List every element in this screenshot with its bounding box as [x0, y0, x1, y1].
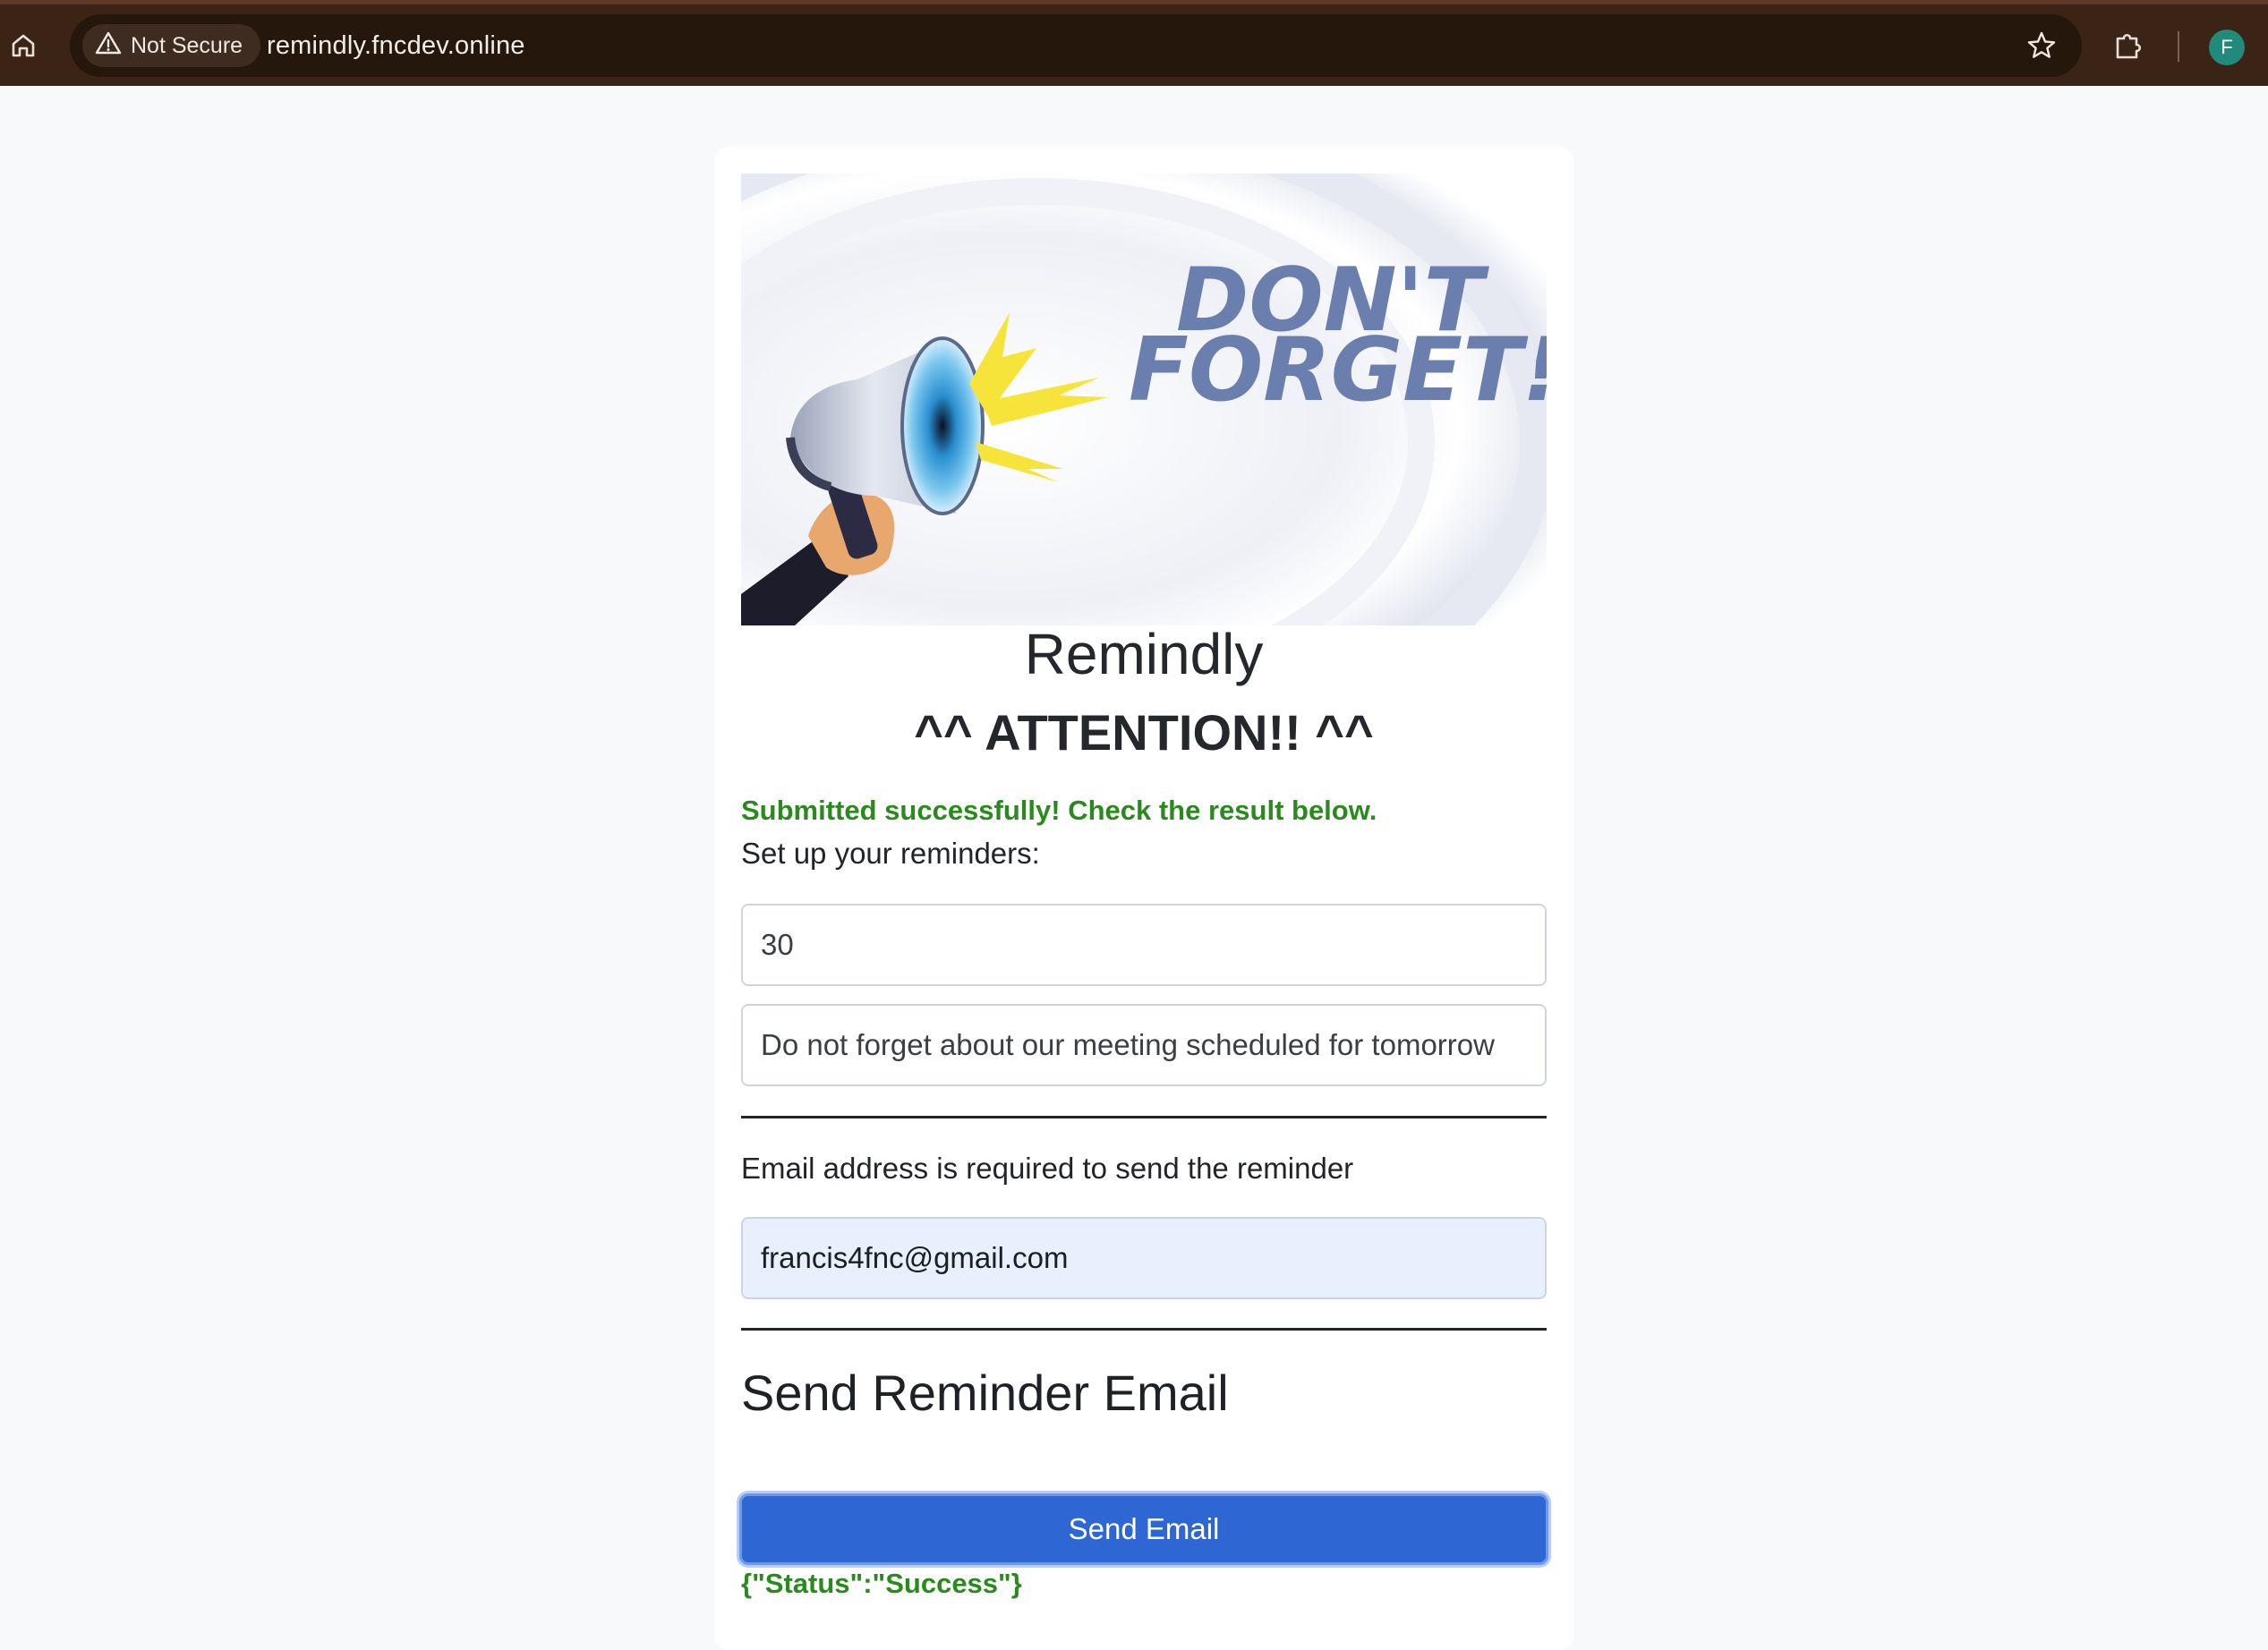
- attention-heading: ^^ ATTENTION!! ^^: [914, 704, 1374, 761]
- security-indicator[interactable]: Not Secure: [82, 24, 261, 67]
- toolbar-divider: [2178, 31, 2179, 62]
- browser-toolbar: Not Secure remindly.fncdev.online F: [0, 0, 2268, 86]
- divider: [741, 1328, 1547, 1331]
- email-label: Email address is required to send the re…: [741, 1152, 1354, 1185]
- bookmark-star-icon[interactable]: [2025, 29, 2059, 63]
- hero-line-2: FORGET!: [1129, 319, 1547, 421]
- security-label: Not Secure: [131, 32, 243, 58]
- status-result: {"Status":"Success"}: [741, 1568, 1022, 1599]
- email-input[interactable]: [741, 1217, 1547, 1299]
- extensions-puzzle-icon[interactable]: [2110, 28, 2146, 64]
- reminder-card: DON'T FORGET! Remindly ^^ ATTENTION!! ^^…: [714, 147, 1573, 1650]
- address-bar[interactable]: Not Secure remindly.fncdev.online: [70, 14, 2082, 77]
- warning-icon: [95, 30, 122, 62]
- send-reminder-heading: Send Reminder Email: [741, 1365, 1229, 1421]
- page-title: Remindly: [1024, 622, 1264, 686]
- send-email-button[interactable]: Send Email: [739, 1493, 1548, 1565]
- submit-success-message: Submitted successfully! Check the result…: [741, 795, 1377, 826]
- home-icon[interactable]: [5, 28, 41, 64]
- divider: [741, 1116, 1547, 1118]
- minutes-input[interactable]: [741, 904, 1547, 986]
- profile-avatar[interactable]: F: [2209, 30, 2245, 65]
- hero-image: DON'T FORGET!: [741, 174, 1547, 625]
- setup-label: Set up your reminders:: [741, 837, 1040, 870]
- message-input[interactable]: [741, 1004, 1547, 1086]
- url-text[interactable]: remindly.fncdev.online: [267, 14, 525, 77]
